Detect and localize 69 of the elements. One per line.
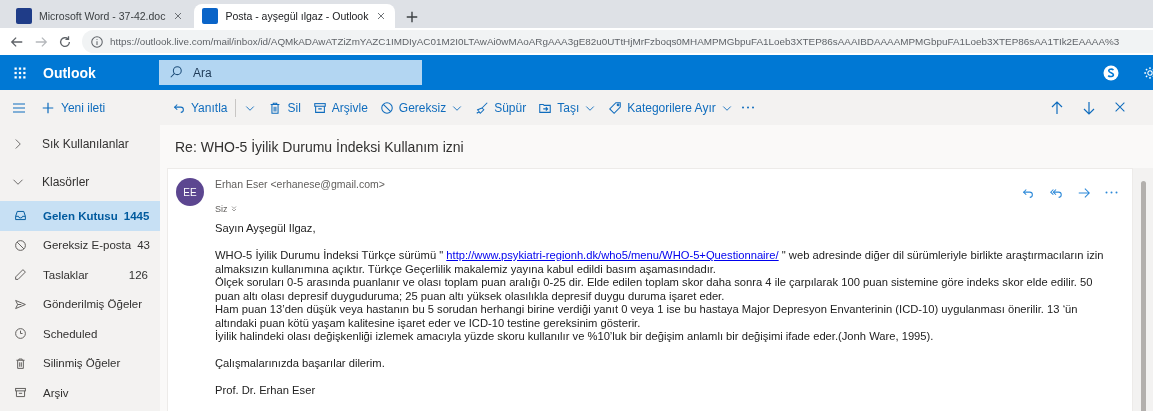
- reply-icon: [1021, 186, 1035, 200]
- browser-tab[interactable]: Microsoft Word - 37-42.doc: [8, 4, 193, 28]
- forward-icon: [1077, 186, 1091, 200]
- toolbar-button[interactable]: Arşivle: [308, 97, 372, 118]
- reload-icon: [58, 34, 72, 49]
- body-text: Çalışmalarınızda başarılar dilerim.: [215, 357, 386, 371]
- message-subject: Re: WHO-5 İyilik Durumu İndeksi Kullanım izni: [174, 137, 465, 157]
- body-text: Ham puan 13’den düşük veya hastanın bu 5 sorudan herhangi birine verdiği yanıt 0 veya 1 ise bu hastaya Major Depresyon Envanterinin (ICD-10) uygulanması önerilir. 13 ‘ün altındaki puan kötü yaşam kalitesine işaret eder ve ICD-10 testine gereksinim gösterir.: [215, 303, 1079, 330]
- recipient: Siz: [215, 204, 228, 214]
- folder-item[interactable]: Scheduled: [0, 319, 160, 349]
- folder-item[interactable]: Gelen Kutusu 1445: [0, 201, 160, 231]
- toolbar-button[interactable]: Gereksiz: [375, 97, 468, 118]
- info-icon: [90, 34, 104, 49]
- folder-item[interactable]: Arşiv: [0, 378, 160, 408]
- plus-icon: [41, 100, 55, 115]
- app-launcher-icon: [13, 65, 27, 80]
- inbox-icon: [14, 209, 27, 223]
- pencil-icon: [14, 268, 27, 282]
- send-icon: [14, 297, 27, 311]
- body-text: Prof. Dr. Erhan Eser: [215, 384, 317, 398]
- archive-icon: [14, 386, 27, 400]
- blocked-icon: [14, 238, 27, 252]
- scrollbar[interactable]: [1133, 168, 1153, 411]
- mail-app-icon: [202, 8, 219, 24]
- down-arrow-icon: [1081, 99, 1097, 116]
- new-message-button[interactable]: Yeni ileti: [39, 98, 108, 117]
- unread-count: 126: [128, 268, 148, 281]
- browser-tab[interactable]: Posta - ayşegül ılgaz - Outlook: [194, 4, 396, 28]
- unread-count: 43: [137, 239, 150, 252]
- folder-item[interactable]: Gönderilmiş Öğeler: [0, 289, 160, 319]
- tag-icon: [608, 100, 623, 115]
- more-icon[interactable]: [1105, 191, 1118, 194]
- body-text: Sayın Ayşegül Ilgaz,: [215, 222, 317, 236]
- blocked-icon: [379, 100, 394, 115]
- folder-item[interactable]: Taslaklar 126: [0, 260, 160, 290]
- trash-icon: [14, 356, 27, 370]
- avatar: EE: [176, 178, 204, 206]
- body-text: İyilik halindeki olası değişkenliği izlemek amacıyla yüzde skoru kullanılır ve %10’luk bir değişim anlamlı bir değişimi ifade eder.(Jonh Ware, 1995).: [215, 330, 935, 344]
- back-icon: [10, 34, 24, 49]
- archive-icon: [312, 100, 327, 115]
- search-icon: [169, 65, 183, 79]
- clock-icon: [14, 327, 27, 341]
- reply-button[interactable]: Yanıtla: [168, 97, 232, 118]
- toolbar-button[interactable]: Süpür: [471, 97, 531, 118]
- app-name: Outlook: [43, 64, 97, 81]
- reply-all-icon: [1049, 186, 1063, 200]
- expand-icon: [229, 205, 238, 213]
- toolbar-button[interactable]: Taşı: [534, 97, 601, 118]
- nav-section[interactable]: Klasörler: [0, 163, 160, 201]
- body-text: WHO-5 İyilik Durumu İndeksi Türkçe sürümü " http://www.psykiatri-regionh.dk/who5/menu/WHO-5+Questionnaire/ " web adresinde diğer dil sürümleriyle birlikte araştırmacıların izin almaksızın kullanımına açıktır. Türkçe Geçerlilik makalemiz yayına kabul edildi basım aşamasındadır.: [215, 249, 1105, 276]
- search-field[interactable]: Ara: [159, 60, 422, 85]
- forward-icon: [34, 34, 48, 49]
- toolbar-button[interactable]: Kategorilere Ayır: [604, 97, 737, 118]
- broom-icon: [475, 100, 490, 115]
- nav-section[interactable]: Sık Kullanılanlar: [0, 125, 160, 163]
- document-icon: [16, 8, 32, 24]
- sender: Erhan Eser <erhanese@gmail.com>: [215, 178, 385, 190]
- new-tab-icon: [405, 10, 420, 24]
- body-text: Ölçek soruları 0-5 arasında puanlanır ve olası toplam puan aralığı 0-25 dir. Elde edilen toplam skor daha sonra 4 ile çarpılarak 100 puan sistemine göre indeks skor elde edilir. 50 puan altı olası depresif duyguduruma; 25 puan altı yüksek olasılıkla depresif duygu duruma işaret eder.: [215, 276, 1094, 303]
- settings-icon: [1143, 65, 1153, 80]
- address-bar[interactable]: https://outlook.live.com/mail/inbox/id/AQMkADAwATZiZmYAZC1IMDIyAC01M2I0LTAwAi0wMAoARgAAA3gE82u0UTtHjMrFzboqs0MHAMPMGbpuFA1Loeb3XTEP86sAAAIBDAAAAMPMGbpuFA1Loeb3XTEP86sAA1TIk2EAAAA%3: [82, 30, 1153, 53]
- up-arrow-icon: [1049, 99, 1065, 116]
- skype-icon[interactable]: [1103, 64, 1119, 81]
- toolbar-button[interactable]: Sil: [264, 97, 305, 118]
- folder-item[interactable]: Silinmiş Öğeler: [0, 348, 160, 378]
- link[interactable]: http://www.psykiatri-regionh.dk/who5/menu/WHO-5+Questionnaire/: [446, 249, 779, 261]
- unread-count: 1445: [123, 209, 150, 222]
- more-icon[interactable]: [740, 106, 755, 109]
- folder-item[interactable]: Gereksiz E-posta 43: [0, 230, 160, 260]
